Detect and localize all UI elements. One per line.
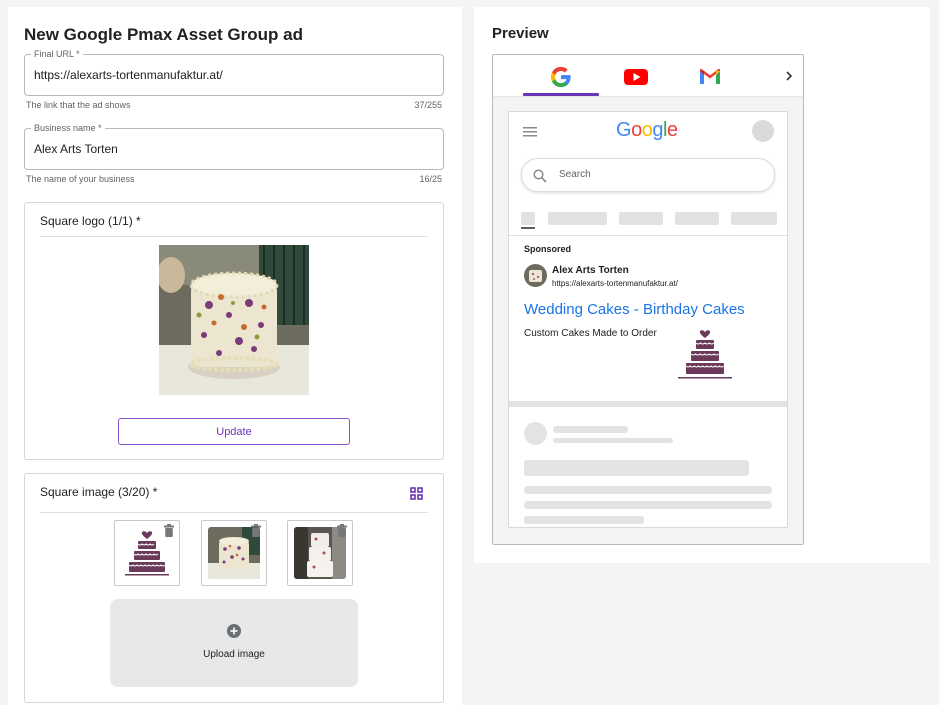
placeholder-line [553, 426, 628, 433]
final-url-helper: The link that the ad shows 37/255 [26, 100, 442, 110]
square-image-thumb-1[interactable] [114, 520, 180, 586]
google-g-icon [550, 66, 571, 88]
placeholder-line [524, 460, 749, 476]
final-url-field[interactable]: Final URL * [24, 49, 444, 96]
card-divider [40, 512, 428, 513]
chevron-right-icon[interactable] [783, 69, 795, 83]
tab-google[interactable] [523, 55, 599, 97]
business-name-label: Business name * [31, 123, 105, 134]
final-url-label: Final URL * [31, 49, 83, 60]
hamburger-menu-icon[interactable] [523, 127, 537, 137]
square-logo-image [159, 245, 309, 395]
placeholder-line [553, 438, 673, 443]
upload-image-button[interactable]: Upload image [110, 599, 358, 687]
update-logo-button[interactable]: Update [118, 418, 350, 445]
search-input[interactable] [559, 169, 759, 180]
placeholder-chip [548, 212, 607, 225]
trash-icon[interactable] [163, 524, 175, 537]
results-separator [509, 401, 787, 407]
chip-underline [521, 227, 535, 229]
google-search-preview: Google Sponsored Alex Arts Torte [508, 111, 788, 528]
page-title: New Google Pmax Asset Group ad [24, 25, 303, 44]
final-url-helper-text: The link that the ad shows [26, 100, 131, 110]
youtube-icon [624, 69, 648, 85]
preview-panel: Preview Google Search Sponsored Alex Art… [474, 7, 930, 563]
preview-device-frame: Google Sponsored Alex Arts Torte [492, 54, 804, 545]
preview-title: Preview [492, 25, 549, 42]
ad-business-logo [524, 264, 547, 287]
ad-business-name: Alex Arts Torten [552, 265, 629, 276]
business-name-field[interactable]: Business name * [24, 123, 444, 170]
preview-channel-tabs [493, 55, 803, 97]
upload-image-label: Upload image [203, 649, 265, 660]
final-url-input[interactable] [34, 68, 424, 82]
tab-youtube[interactable] [597, 55, 673, 97]
result-divider [509, 235, 787, 236]
placeholder-line [524, 486, 772, 494]
ad-form-panel: New Google Pmax Asset Group ad Final URL… [8, 7, 462, 705]
square-image-title: Square image (3/20) * [40, 485, 158, 499]
square-logo-title: Square logo (1/1) * [40, 214, 141, 228]
trash-icon[interactable] [336, 524, 348, 537]
ad-cake-image [676, 327, 734, 383]
business-name-char-count: 16/25 [419, 174, 442, 184]
placeholder-line [524, 516, 644, 524]
placeholder-line [524, 501, 772, 509]
placeholder-chip [675, 212, 719, 225]
ad-headline-link[interactable]: Wedding Cakes - Birthday Cakes [524, 301, 745, 318]
square-image-thumb-2[interactable] [201, 520, 267, 586]
business-name-helper-text: The name of your business [26, 174, 135, 184]
square-image-thumb-3[interactable] [287, 520, 353, 586]
sponsored-label: Sponsored [524, 244, 572, 254]
search-bar[interactable] [521, 158, 775, 192]
grid-view-icon[interactable] [410, 487, 423, 500]
square-image-card: Square image (3/20) * Upload image [24, 473, 444, 703]
business-name-helper: The name of your business 16/25 [26, 174, 442, 184]
ad-display-url: https://alexarts-tortenmanufaktur.at/ [552, 279, 678, 288]
placeholder-chip [521, 212, 535, 225]
placeholder-chip [619, 212, 663, 225]
google-logo: Google [616, 119, 678, 141]
search-icon [533, 169, 547, 183]
avatar[interactable] [752, 120, 774, 142]
placeholder-avatar [524, 422, 547, 445]
card-divider [40, 236, 428, 237]
business-name-input[interactable] [34, 142, 424, 156]
trash-icon[interactable] [250, 524, 262, 537]
gmail-icon [700, 68, 720, 84]
add-circle-icon [227, 624, 241, 638]
placeholder-chip [731, 212, 777, 225]
ad-description: Custom Cakes Made to Order [524, 328, 657, 339]
final-url-char-count: 37/255 [414, 100, 442, 110]
tab-gmail[interactable] [672, 55, 748, 97]
square-logo-card: Square logo (1/1) * Update [24, 202, 444, 460]
